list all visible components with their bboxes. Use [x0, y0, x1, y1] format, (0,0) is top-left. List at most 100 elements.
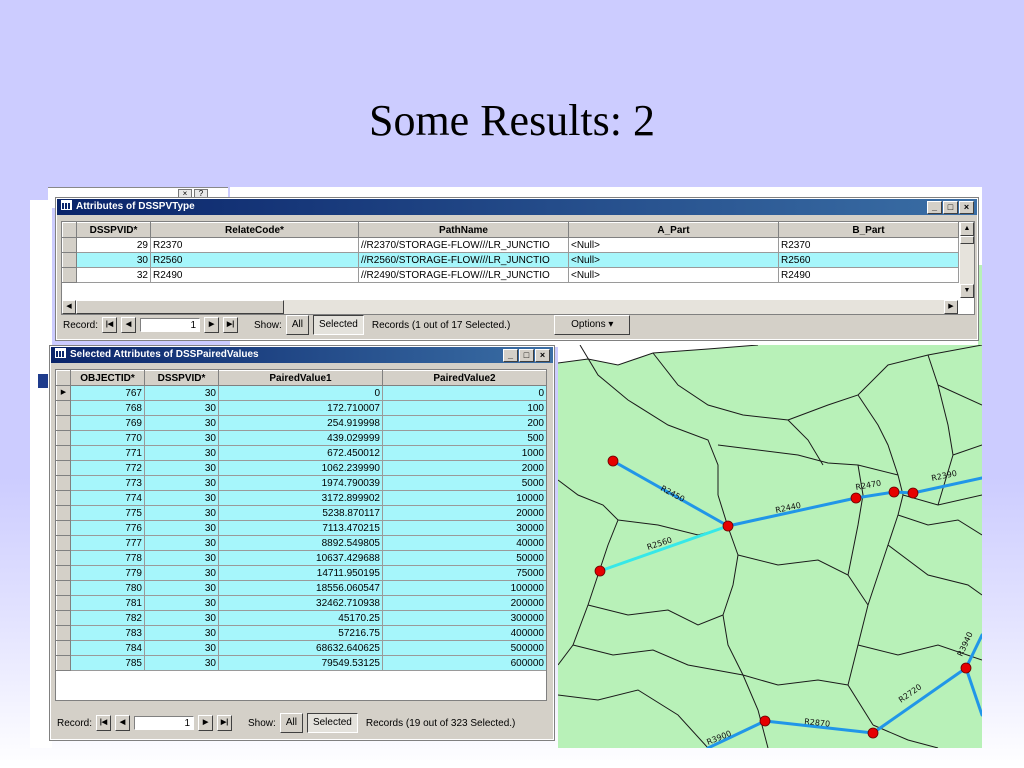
- table-cell[interactable]: 30: [144, 640, 219, 656]
- table-cell[interactable]: 30: [144, 475, 219, 491]
- column-header[interactable]: PathName: [358, 222, 569, 238]
- row-selector[interactable]: [56, 505, 71, 521]
- attributes-window[interactable]: Attributes of DSSPVType _ □ × DSSPVID* R…: [55, 197, 979, 341]
- table-cell[interactable]: 75000: [382, 565, 546, 581]
- show-all-button[interactable]: All: [285, 315, 309, 335]
- table-cell[interactable]: 779: [70, 565, 145, 581]
- table-cell[interactable]: 2000: [382, 460, 546, 476]
- row-selector[interactable]: [56, 625, 71, 641]
- table-cell[interactable]: 20000: [382, 505, 546, 521]
- table-row[interactable]: 776 30 7113.470215 30000: [56, 520, 546, 536]
- row-selector-header[interactable]: [56, 370, 71, 386]
- table-cell[interactable]: 30: [144, 580, 219, 596]
- table-cell[interactable]: 30: [144, 565, 219, 581]
- table-cell[interactable]: 254.919998: [218, 415, 383, 431]
- table-cell[interactable]: 500000: [382, 640, 546, 656]
- table-cell[interactable]: 768: [70, 400, 145, 416]
- table-cell[interactable]: 45170.25: [218, 610, 383, 626]
- junction-node[interactable]: [850, 492, 862, 504]
- table-cell[interactable]: 32462.710938: [218, 595, 383, 611]
- junction-node[interactable]: [867, 727, 879, 739]
- junction-node[interactable]: [888, 486, 900, 498]
- row-selector[interactable]: [62, 252, 77, 268]
- table-cell[interactable]: 68632.640625: [218, 640, 383, 656]
- maximize-button[interactable]: □: [519, 349, 534, 362]
- record-number-input[interactable]: 1: [134, 716, 195, 730]
- table-cell[interactable]: 776: [70, 520, 145, 536]
- row-selector[interactable]: [56, 640, 71, 656]
- table-row[interactable]: 770 30 439.029999 500: [56, 430, 546, 446]
- table-cell[interactable]: 79549.53125: [218, 655, 383, 671]
- table-cell[interactable]: 771: [70, 445, 145, 461]
- table-cell[interactable]: 30: [144, 490, 219, 506]
- table-row[interactable]: 783 30 57216.75 400000: [56, 625, 546, 641]
- row-selector[interactable]: [56, 520, 71, 536]
- maximize-button[interactable]: □: [943, 201, 958, 214]
- selected-attributes-window[interactable]: Selected Attributes of DSSPairedValues _…: [49, 345, 555, 741]
- table-row[interactable]: 781 30 32462.710938 200000: [56, 595, 546, 611]
- junction-node[interactable]: [594, 565, 606, 577]
- row-selector[interactable]: [56, 460, 71, 476]
- table-cell[interactable]: <Null>: [568, 237, 779, 253]
- table-cell[interactable]: 57216.75: [218, 625, 383, 641]
- table-cell[interactable]: 7113.470215: [218, 520, 383, 536]
- row-selector[interactable]: [56, 400, 71, 416]
- table-cell[interactable]: 30: [144, 460, 219, 476]
- table-cell[interactable]: 30: [144, 520, 219, 536]
- table-cell[interactable]: 30: [144, 535, 219, 551]
- options-button[interactable]: Options ▾: [554, 315, 631, 335]
- table-cell[interactable]: 172.710007: [218, 400, 383, 416]
- table-cell[interactable]: 1000: [382, 445, 546, 461]
- table-row[interactable]: 780 30 18556.060547 100000: [56, 580, 546, 596]
- table-cell[interactable]: 777: [70, 535, 145, 551]
- table-cell[interactable]: 770: [70, 430, 145, 446]
- row-selector[interactable]: [56, 655, 71, 671]
- table-cell[interactable]: 782: [70, 610, 145, 626]
- last-record-button[interactable]: ▶|: [217, 715, 233, 731]
- table-cell[interactable]: 783: [70, 625, 145, 641]
- table-cell[interactable]: 600000: [382, 655, 546, 671]
- table-cell[interactable]: 400000: [382, 625, 546, 641]
- row-selector[interactable]: [62, 237, 77, 253]
- table-cell[interactable]: 30: [144, 415, 219, 431]
- table-row[interactable]: 784 30 68632.640625 500000: [56, 640, 546, 656]
- row-selector[interactable]: [56, 610, 71, 626]
- scroll-up-arrow[interactable]: ▲: [960, 222, 974, 236]
- minimize-button[interactable]: _: [503, 349, 518, 362]
- row-selector[interactable]: [56, 430, 71, 446]
- table-row[interactable]: 772 30 1062.239990 2000: [56, 460, 546, 476]
- show-selected-button[interactable]: Selected: [312, 315, 364, 335]
- table-cell[interactable]: 769: [70, 415, 145, 431]
- table-cell[interactable]: R2490: [150, 267, 359, 283]
- table-cell[interactable]: <Null>: [568, 252, 779, 268]
- minimize-button[interactable]: _: [927, 201, 942, 214]
- table-cell[interactable]: 30: [144, 595, 219, 611]
- row-selector[interactable]: [56, 580, 71, 596]
- table-cell[interactable]: 14711.950195: [218, 565, 383, 581]
- scroll-left-arrow[interactable]: ◀: [62, 300, 76, 314]
- prev-record-button[interactable]: ◀: [121, 317, 137, 333]
- column-header[interactable]: OBJECTID*: [70, 370, 145, 386]
- table-cell[interactable]: 781: [70, 595, 145, 611]
- row-selector[interactable]: [56, 565, 71, 581]
- table-cell[interactable]: 100000: [382, 580, 546, 596]
- table-cell[interactable]: 40000: [382, 535, 546, 551]
- next-record-button[interactable]: ▶: [198, 715, 214, 731]
- scroll-right-arrow[interactable]: ▶: [944, 300, 958, 314]
- column-header[interactable]: A_Part: [568, 222, 779, 238]
- table-cell[interactable]: 30: [144, 655, 219, 671]
- junction-node[interactable]: [607, 455, 619, 467]
- table-cell[interactable]: 32: [76, 267, 151, 283]
- table-row[interactable]: 782 30 45170.25 300000: [56, 610, 546, 626]
- table-cell[interactable]: 780: [70, 580, 145, 596]
- junction-node[interactable]: [907, 487, 919, 499]
- table-cell[interactable]: 100: [382, 400, 546, 416]
- table-cell[interactable]: 0: [218, 385, 383, 401]
- last-record-button[interactable]: ▶|: [223, 317, 239, 333]
- table-cell[interactable]: 439.029999: [218, 430, 383, 446]
- map-canvas[interactable]: R2450 R2440 R2470 R2390 R2560 R3940 R272…: [558, 345, 982, 748]
- table-cell[interactable]: 500: [382, 430, 546, 446]
- table-cell[interactable]: 778: [70, 550, 145, 566]
- table-cell[interactable]: 300000: [382, 610, 546, 626]
- selected-attributes-window-titlebar[interactable]: Selected Attributes of DSSPairedValues _…: [51, 347, 553, 363]
